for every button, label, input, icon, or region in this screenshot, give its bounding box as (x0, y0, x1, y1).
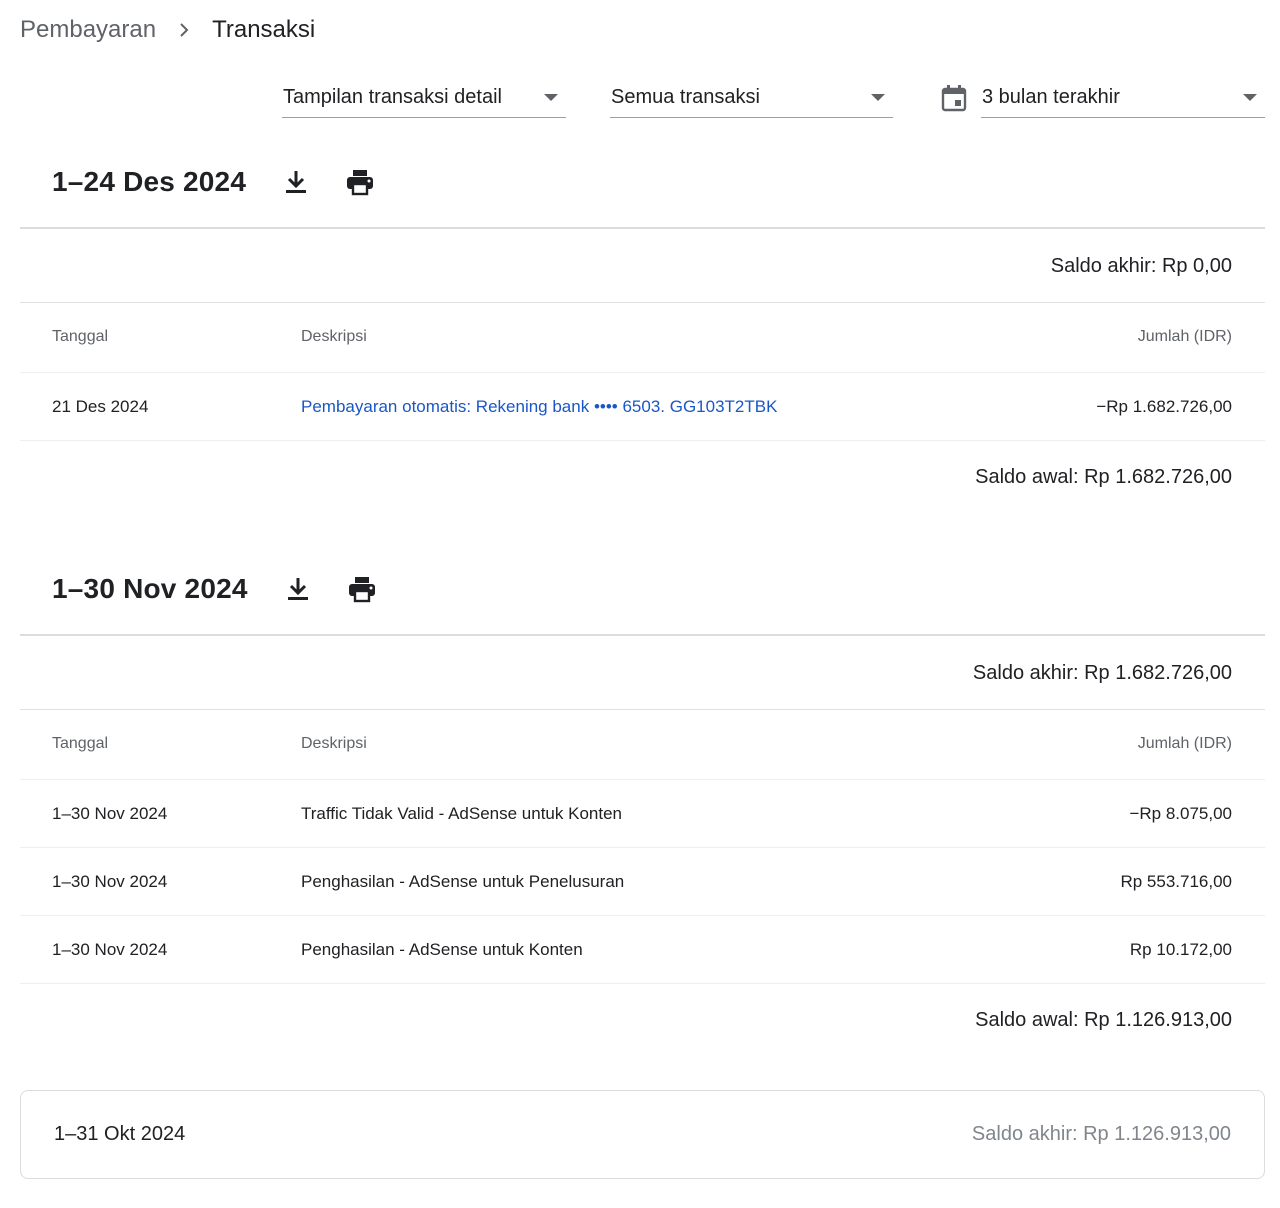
date-range-dropdown[interactable]: 3 bulan terakhir (981, 78, 1265, 118)
chevron-right-icon (178, 22, 190, 38)
calendar-icon (940, 84, 968, 112)
divider (20, 847, 1265, 848)
section-divider (20, 634, 1265, 636)
saldo-awal: Saldo awal: Rp 1.126.913,00 (975, 1009, 1232, 1031)
section-period: 1–31 Okt 2024 (54, 1123, 186, 1145)
divider (20, 779, 1265, 780)
saldo-akhir: Saldo akhir: Rp 1.682.726,00 (972, 662, 1232, 684)
table-row-date: 1–30 Nov 2024 (52, 940, 168, 959)
table-row-amount: −Rp 8.075,00 (1129, 804, 1232, 823)
section-divider (20, 227, 1265, 229)
column-header-description: Deskripsi (301, 735, 367, 752)
breadcrumb-transaksi: Transaksi (212, 16, 316, 43)
view-mode-label: Tampilan transaksi detail (283, 86, 502, 108)
table-row-description: Traffic Tidak Valid - AdSense untuk Kont… (301, 804, 622, 823)
payment-link[interactable]: Pembayaran otomatis: Rekening bank •••• … (301, 397, 777, 417)
table-row-date: 1–30 Nov 2024 (52, 804, 168, 823)
section-header-dec: 1–24 Des 2024 (52, 164, 378, 200)
divider (20, 983, 1265, 984)
saldo-awal: Saldo awal: Rp 1.682.726,00 (975, 466, 1232, 488)
download-icon[interactable] (278, 164, 314, 200)
breadcrumb: Pembayaran Transaksi (20, 14, 315, 46)
divider (20, 302, 1265, 303)
column-header-description: Deskripsi (301, 328, 367, 345)
divider (20, 915, 1265, 916)
saldo-akhir: Saldo akhir: Rp 0,00 (1050, 255, 1232, 277)
divider (20, 709, 1265, 710)
column-header-amount: Jumlah (IDR) (1137, 735, 1232, 752)
table-row-amount: −Rp 1.682.726,00 (1096, 397, 1232, 416)
download-icon[interactable] (280, 571, 316, 607)
saldo-akhir: Saldo akhir: Rp 1.126.913,00 (971, 1123, 1231, 1145)
column-header-date: Tanggal (52, 735, 109, 752)
table-row-amount: Rp 553.716,00 (1120, 872, 1232, 891)
breadcrumb-pembayaran[interactable]: Pembayaran (20, 16, 156, 44)
print-icon[interactable] (342, 164, 378, 200)
divider (20, 440, 1265, 441)
dropdown-arrow-icon (871, 94, 885, 101)
section-header-nov: 1–30 Nov 2024 (52, 571, 380, 607)
section-title: 1–30 Nov 2024 (52, 573, 248, 604)
date-range-label: 3 bulan terakhir (982, 86, 1120, 108)
divider (20, 372, 1265, 373)
print-icon[interactable] (344, 571, 380, 607)
table-row-description: Penghasilan - AdSense untuk Penelusuran (301, 872, 625, 891)
transaction-type-label: Semua transaksi (611, 86, 760, 108)
dropdown-arrow-icon (544, 94, 558, 101)
transaction-type-dropdown[interactable]: Semua transaksi (610, 78, 893, 118)
column-header-date: Tanggal (52, 328, 109, 345)
table-row-date: 21 Des 2024 (52, 397, 149, 416)
section-card-oct[interactable]: 1–31 Okt 2024 Saldo akhir: Rp 1.126.913,… (20, 1090, 1265, 1179)
table-row-amount: Rp 10.172,00 (1129, 940, 1232, 959)
dropdown-arrow-icon (1243, 94, 1257, 101)
table-row-description: Penghasilan - AdSense untuk Konten (301, 940, 583, 959)
view-mode-dropdown[interactable]: Tampilan transaksi detail (282, 78, 566, 118)
table-row-date: 1–30 Nov 2024 (52, 872, 168, 891)
section-title: 1–24 Des 2024 (52, 166, 247, 197)
column-header-amount: Jumlah (IDR) (1137, 328, 1232, 345)
